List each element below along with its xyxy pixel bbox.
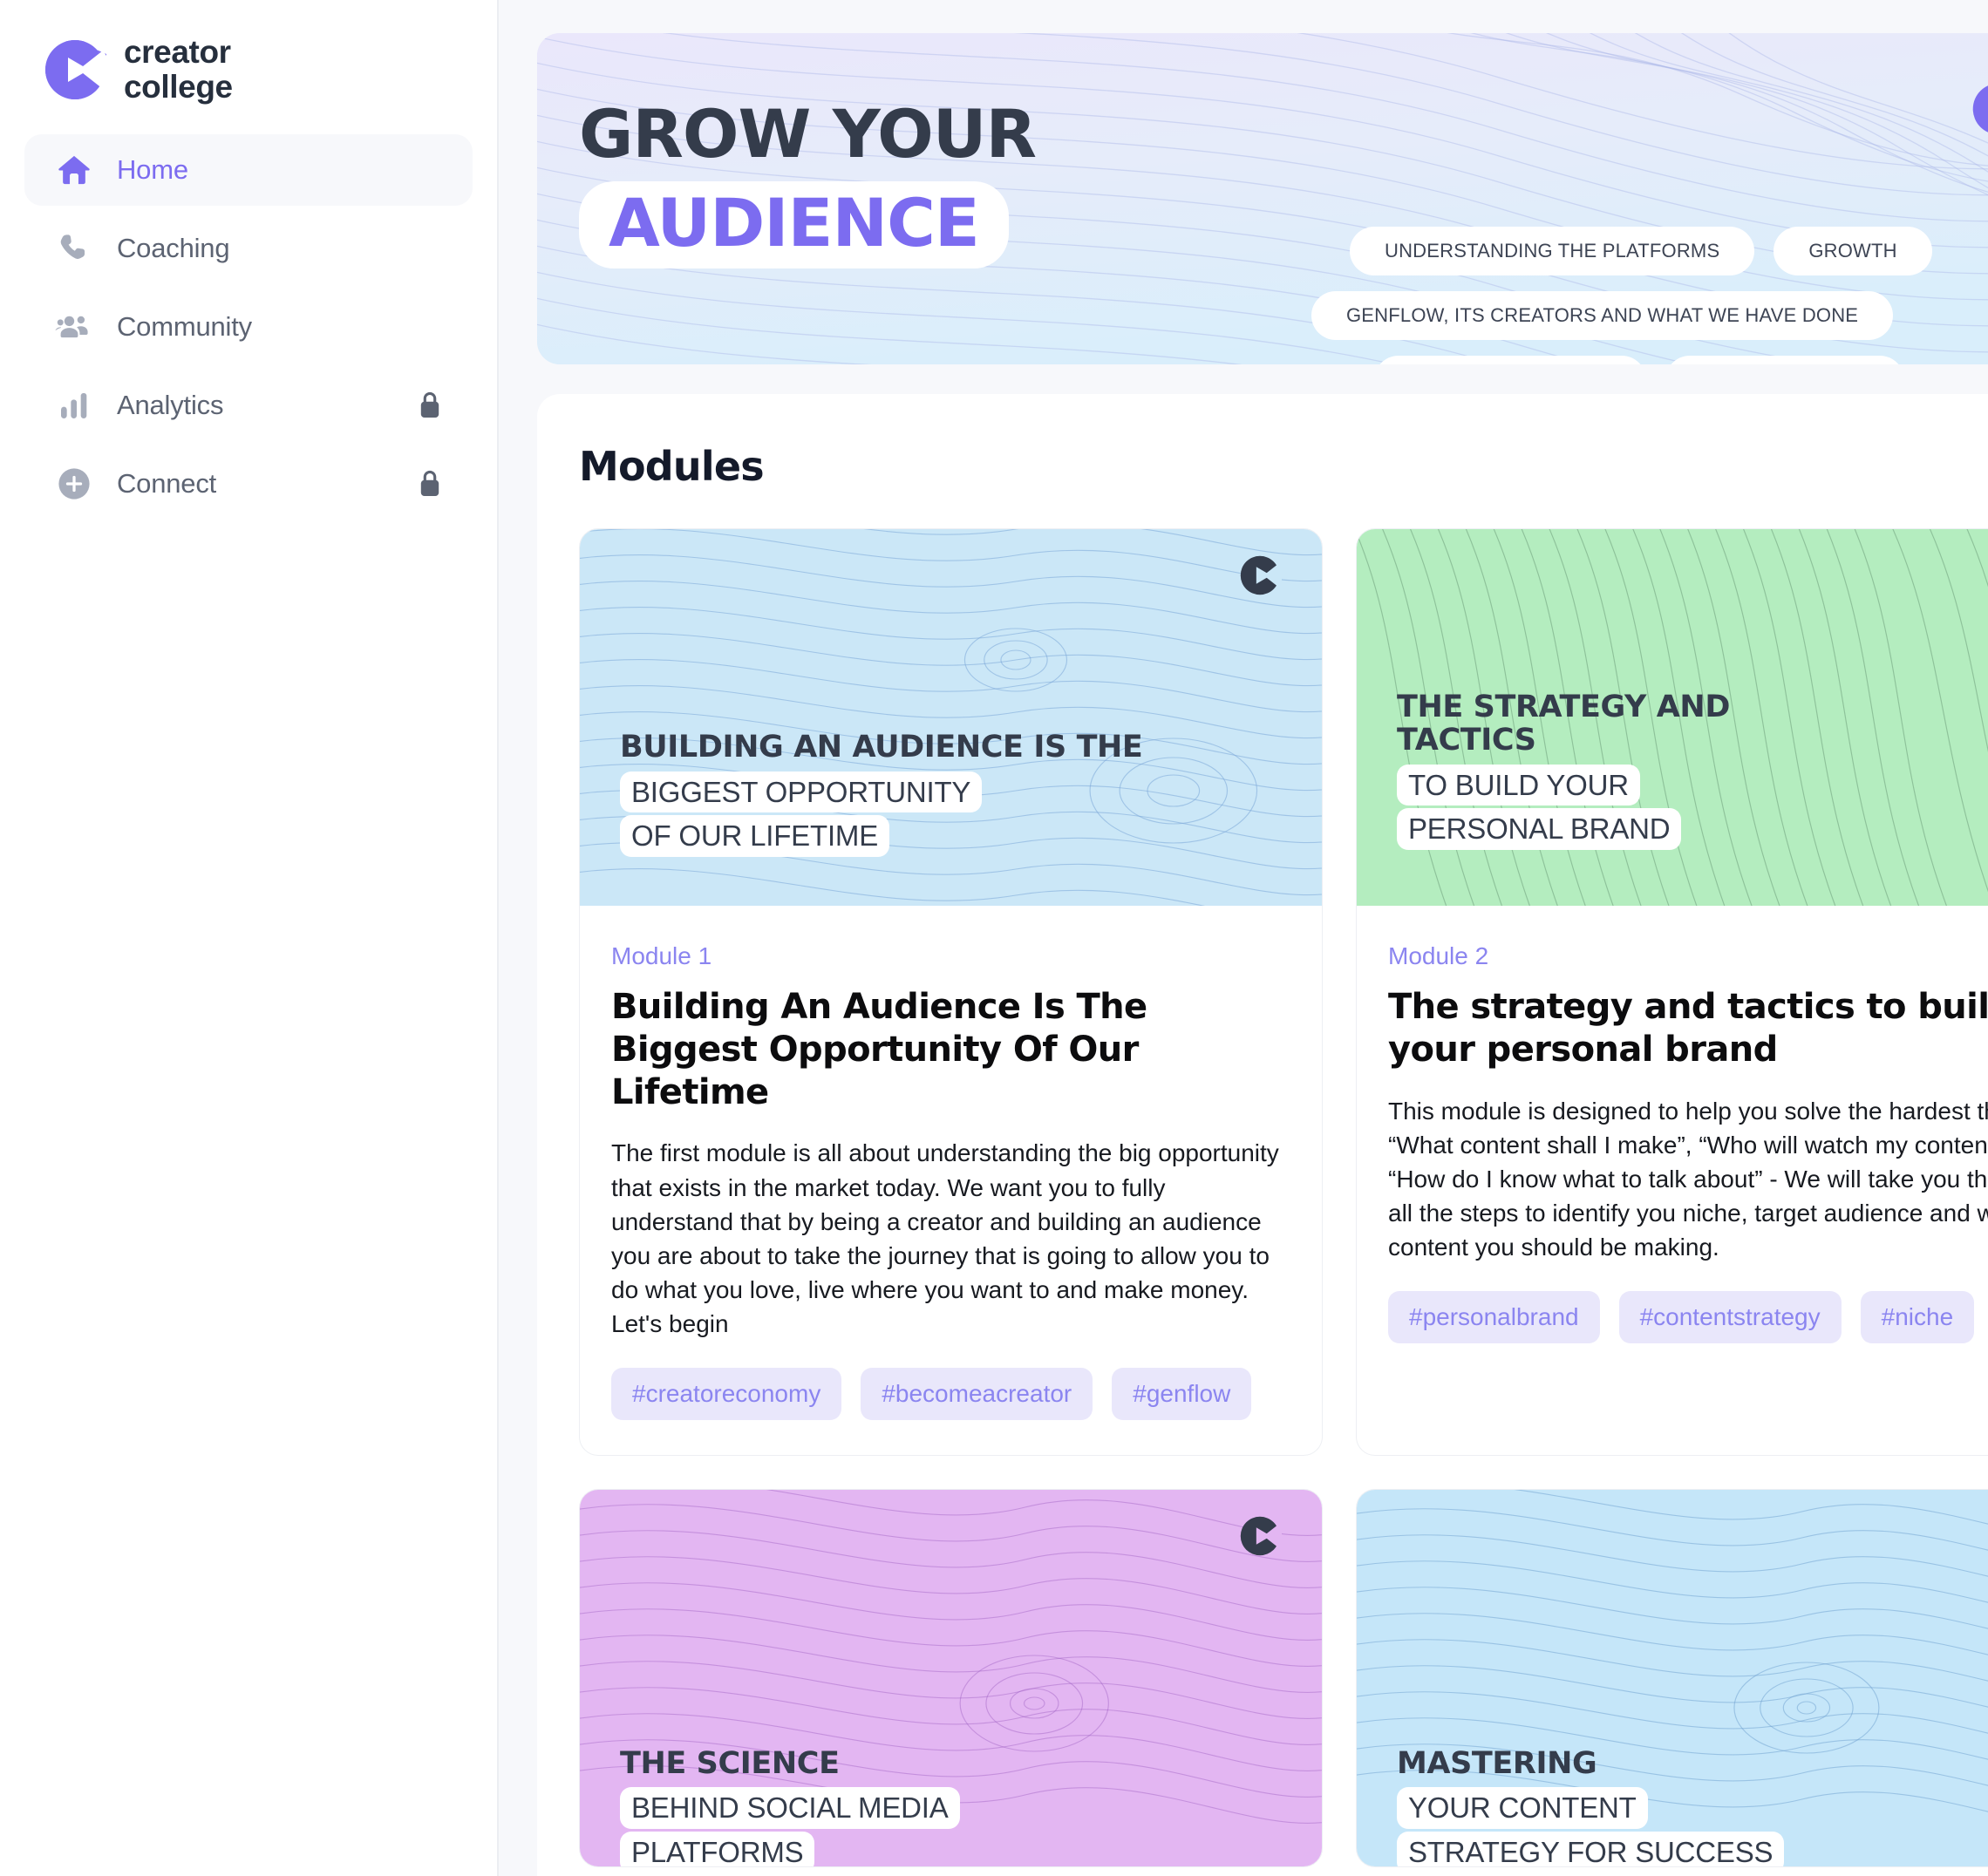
hero-title: GROW YOUR AUDIENCE [579, 95, 1037, 268]
thumb-subline: BEHIND SOCIAL MEDIA [620, 1787, 960, 1829]
module-card-body: Module 2 The strategy and tactics to bui… [1357, 906, 1988, 1378]
plus-circle-icon [54, 464, 94, 504]
module-card[interactable]: THE STRATEGY AND TACTICS TO BUILD YOUR P… [1356, 528, 1988, 1456]
phone-icon [54, 228, 94, 268]
hero-topic-pills: UNDERSTANDING THE PLATFORMS GROWTH GENFL… [1287, 227, 1988, 364]
brand-line-2: college [124, 69, 233, 105]
sidebar-item-analytics[interactable]: Analytics [24, 370, 473, 441]
module-thumbnail: THE STRATEGY AND TACTICS TO BUILD YOUR P… [1357, 529, 1988, 906]
brand-wordmark: creator college [124, 35, 233, 105]
thumbnail-caption: THE STRATEGY AND TACTICS TO BUILD YOUR P… [1397, 690, 1833, 850]
sidebar-item-connect[interactable]: Connect [24, 448, 473, 520]
sidebar-nav: Home Coaching Community Analytics Connec… [24, 134, 473, 520]
module-card[interactable]: MASTERING YOUR CONTENT STRATEGY FOR SUCC… [1356, 1488, 1988, 1867]
thumb-subline: YOUR CONTENT [1397, 1787, 1784, 1829]
sidebar-item-coaching[interactable]: Coaching [24, 213, 473, 284]
module-tags: #personalbrand #contentstrategy #niche [1388, 1290, 1988, 1343]
thumb-headline: MASTERING [1397, 1745, 1597, 1781]
sidebar-item-community[interactable]: Community [24, 291, 473, 363]
page-title: Modules [579, 443, 765, 490]
bar-chart-icon [54, 385, 94, 425]
pill-row: UNDERSTANDING THE PLATFORMS GROWTH [1287, 227, 1988, 275]
thumb-headline: THE SCIENCE [620, 1745, 840, 1781]
creator-college-logo-icon [44, 38, 106, 101]
sidebar-item-label: Home [117, 154, 188, 185]
topic-pill[interactable]: GENFLOW, ITS CREATORS AND WHAT WE HAVE D… [1311, 291, 1894, 340]
hero-brand-logo: creator college [1971, 78, 1988, 139]
thumb-headline: THE STRATEGY AND TACTICS [1397, 690, 1730, 758]
tag[interactable]: #genflow [1112, 1367, 1252, 1420]
tag[interactable]: #creatoreconomy [611, 1367, 842, 1420]
module-description: This module is designed to help you solv… [1388, 1097, 1988, 1261]
module-thumbnail: BUILDING AN AUDIENCE IS THE BIGGEST OPPO… [580, 529, 1322, 906]
pill-row: CONTENT STRATEGY AUDIENCE IS KEY [1287, 356, 1988, 364]
module-card[interactable]: BUILDING AN AUDIENCE IS THE BIGGEST OPPO… [579, 528, 1323, 1456]
topic-pill[interactable]: GROWTH [1774, 227, 1932, 275]
topic-pill[interactable]: CONTENT STRATEGY [1374, 356, 1647, 364]
module-thumbnail: MASTERING YOUR CONTENT STRATEGY FOR SUCC… [1357, 1489, 1988, 1866]
module-card[interactable]: THE SCIENCE BEHIND SOCIAL MEDIA PLATFORM… [579, 1488, 1323, 1867]
creator-college-logo-icon [1971, 82, 1988, 136]
thumb-subline: PERSONAL BRAND [1397, 808, 1833, 850]
module-description: The first module is all about understand… [611, 1139, 1279, 1338]
thumb-headline: BUILDING AN AUDIENCE IS THE [620, 730, 1143, 765]
thumb-subline: STRATEGY FOR SUCCESS [1397, 1831, 1785, 1866]
modules-grid: BUILDING AN AUDIENCE IS THE BIGGEST OPPO… [579, 528, 1988, 1867]
sidebar: creator college Home Coaching Community … [0, 0, 499, 1876]
tag[interactable]: #niche [1860, 1290, 1975, 1343]
lock-icon [417, 469, 443, 499]
app-root: creator college Home Coaching Community … [0, 0, 1988, 1876]
thumbnail-caption: MASTERING YOUR CONTENT STRATEGY FOR SUCC… [1397, 1745, 1785, 1866]
thumb-subline: OF OUR LIFETIME [620, 815, 1142, 857]
modules-panel: Modules BUILDING AN AUDIENCE IS THE BIGG… [537, 394, 1988, 1876]
thumb-subline: TO BUILD YOUR [1397, 764, 1833, 806]
topic-pill[interactable]: AUDIENCE IS KEY [1665, 356, 1904, 364]
module-title: The strategy and tactics to build your p… [1388, 987, 1988, 1070]
thumb-subline: PLATFORMS [620, 1831, 960, 1866]
home-icon [54, 150, 94, 190]
hero-title-highlight: AUDIENCE [579, 181, 1009, 268]
creator-college-mark-icon [1238, 554, 1283, 597]
people-icon [54, 307, 94, 347]
sidebar-item-label: Analytics [117, 390, 224, 420]
hero-title-line-1: GROW YOUR [579, 95, 1037, 173]
creator-college-mark-icon [1238, 1514, 1283, 1558]
module-number-label: Module 2 [1388, 942, 1489, 969]
lock-icon [417, 391, 443, 420]
main-content: GROW YOUR AUDIENCE creator college [499, 0, 1988, 1876]
brand-logo[interactable]: creator college [24, 0, 473, 115]
brand-line-1: creator [124, 34, 231, 71]
topic-pill[interactable]: UNDERSTANDING THE PLATFORMS [1350, 227, 1755, 275]
module-thumbnail: THE SCIENCE BEHIND SOCIAL MEDIA PLATFORM… [580, 1489, 1322, 1866]
sidebar-item-home[interactable]: Home [24, 134, 473, 206]
hero-title-line-2: AUDIENCE [609, 184, 980, 262]
thumb-subline: BIGGEST OPPORTUNITY [620, 771, 1142, 813]
module-number-label: Module 1 [611, 942, 712, 969]
tag[interactable]: #contentstrategy [1618, 1290, 1842, 1343]
sidebar-item-label: Connect [117, 468, 217, 499]
thumbnail-caption: THE SCIENCE BEHIND SOCIAL MEDIA PLATFORM… [620, 1745, 960, 1866]
sidebar-item-label: Coaching [117, 233, 230, 263]
thumbnail-caption: BUILDING AN AUDIENCE IS THE BIGGEST OPPO… [620, 730, 1143, 857]
sidebar-item-label: Community [117, 311, 252, 342]
tag[interactable]: #personalbrand [1388, 1290, 1600, 1343]
tag[interactable]: #becomeacreator [861, 1367, 1093, 1420]
pill-row: GENFLOW, ITS CREATORS AND WHAT WE HAVE D… [1287, 291, 1988, 340]
module-tags: #creatoreconomy #becomeacreator #genflow [611, 1367, 1290, 1420]
module-card-body: Module 1 Building An Audience Is The Big… [580, 906, 1322, 1455]
module-title: Building An Audience Is The Biggest Oppo… [611, 987, 1147, 1112]
hero-banner[interactable]: GROW YOUR AUDIENCE creator college [537, 33, 1988, 364]
